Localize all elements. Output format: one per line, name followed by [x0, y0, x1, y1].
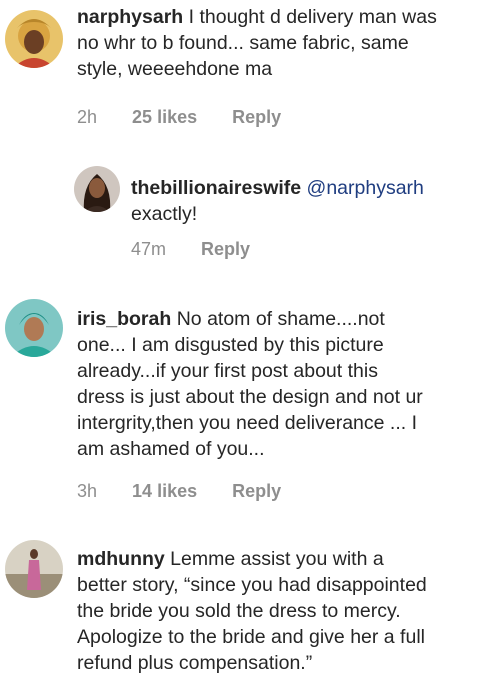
comment-text: iris_borah No atom of shame....not one..…: [77, 306, 423, 462]
reply-button[interactable]: Reply: [232, 106, 281, 128]
comment-line: intergrity,then you need deliverance ...…: [77, 412, 418, 434]
avatar[interactable]: [5, 10, 63, 68]
comment-line: the bride you sold the dress to mercy.: [77, 600, 401, 622]
likes-count[interactable]: 25 likes: [132, 106, 197, 128]
comment-line: Lemme assist you with a: [170, 548, 384, 570]
comment-meta: 47m Reply: [131, 238, 250, 260]
comment-meta: 2h 25 likes Reply: [77, 106, 281, 128]
reply-button[interactable]: Reply: [201, 238, 250, 260]
username[interactable]: thebillionaireswife: [131, 177, 301, 199]
user-avatar-icon: [5, 540, 63, 598]
comment-line: exactly!: [131, 203, 198, 225]
avatar[interactable]: [5, 299, 63, 357]
comment-text: narphysarh I thought d delivery man was …: [77, 4, 437, 82]
comment-line: no whr to b found... same fabric, same: [77, 32, 409, 54]
comment-line: am ashamed of you...: [77, 438, 265, 460]
comment-line: refund plus compensation.”: [77, 652, 313, 674]
user-avatar-icon: [5, 10, 63, 68]
timestamp: 47m: [131, 239, 167, 259]
comment-line: Apologize to the bride and give her a fu…: [77, 626, 425, 648]
comment-line: style, weeeehdone ma: [77, 58, 273, 80]
avatar[interactable]: [5, 540, 63, 598]
timestamp: 2h: [77, 107, 98, 127]
comment-line: better story, “since you had disappointe…: [77, 574, 427, 596]
avatar[interactable]: [74, 166, 120, 212]
user-avatar-icon: [5, 299, 63, 357]
comment-line: No atom of shame....not: [176, 308, 385, 330]
comment-meta: 3h 14 likes Reply: [77, 480, 281, 502]
comment-text: thebillionaireswife @narphysarh exactly!: [131, 175, 424, 227]
comment-text: mdhunny Lemme assist you with a better s…: [77, 546, 427, 676]
timestamp: 3h: [77, 481, 98, 501]
comment-line: I thought d delivery man was: [188, 6, 437, 28]
username[interactable]: mdhunny: [77, 548, 165, 570]
mention-link[interactable]: @narphysarh: [307, 177, 424, 199]
comment-line: already...if your first post about this: [77, 360, 378, 382]
comment-line: one... I am disgusted by this picture: [77, 334, 384, 356]
likes-count[interactable]: 14 likes: [132, 480, 197, 502]
comment-line: dress is just about the design and not u…: [77, 386, 423, 408]
username[interactable]: narphysarh: [77, 6, 183, 28]
username[interactable]: iris_borah: [77, 308, 171, 330]
user-avatar-icon: [74, 166, 120, 212]
reply-button[interactable]: Reply: [232, 480, 281, 502]
